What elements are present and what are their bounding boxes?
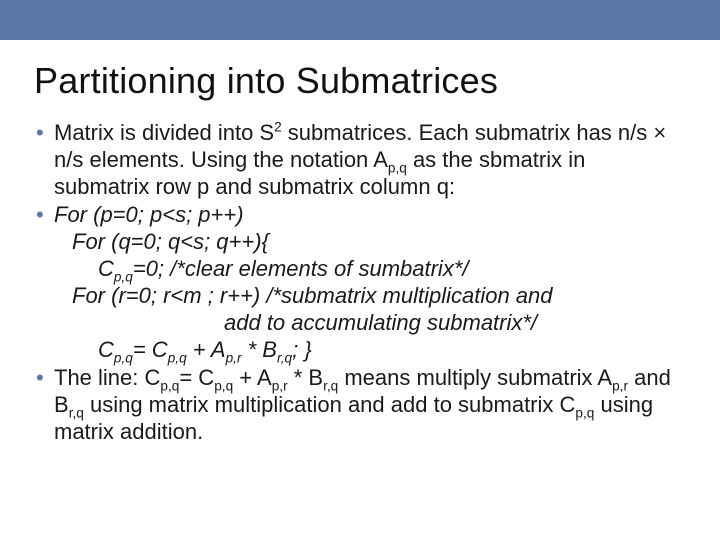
text: + A bbox=[187, 337, 226, 362]
text: Matrix is divided into S bbox=[54, 120, 274, 145]
text: C bbox=[98, 337, 114, 362]
code-line: Cp,q= Cp,q + Ap,r * Br,q; } bbox=[54, 337, 686, 364]
code-line: add to accumulating submatrix*/ bbox=[54, 310, 686, 337]
top-color-bar bbox=[0, 0, 720, 40]
text: * B bbox=[242, 337, 277, 362]
text: + A bbox=[233, 365, 272, 390]
bullet-3: The line: Cp,q= Cp,q + Ap,r * Br,q means… bbox=[34, 365, 686, 445]
bullet-2-code: For (p=0; p<s; p++) For (q=0; q<s; q++){… bbox=[54, 202, 686, 363]
text: using matrix multiplication and add to s… bbox=[84, 392, 576, 417]
code-line: For (r=0; r<m ; r++) /*submatrix multipl… bbox=[54, 283, 686, 310]
code-line: For (q=0; q<s; q++){ bbox=[54, 229, 686, 256]
subscript: p,q bbox=[168, 350, 187, 365]
bullet-1: Matrix is divided into S2 submatrices. E… bbox=[34, 120, 686, 200]
text: = C bbox=[133, 337, 168, 362]
subscript: p,r bbox=[226, 350, 242, 365]
text: C bbox=[98, 256, 114, 281]
subscript: p,q bbox=[575, 406, 594, 421]
superscript: 2 bbox=[274, 120, 282, 135]
bullet-1-text: Matrix is divided into S2 submatrices. E… bbox=[54, 120, 686, 200]
text: ; } bbox=[292, 337, 312, 362]
bullet-list: Matrix is divided into S2 submatrices. E… bbox=[34, 120, 686, 446]
text: The line: C bbox=[54, 365, 160, 390]
text: * B bbox=[288, 365, 323, 390]
bullet-3-text: The line: Cp,q= Cp,q + Ap,r * Br,q means… bbox=[54, 365, 686, 445]
text: means multiply submatrix A bbox=[338, 365, 612, 390]
subscript: p,q bbox=[114, 350, 133, 365]
slide-title: Partitioning into Submatrices bbox=[34, 60, 686, 102]
slide-body: Partitioning into Submatrices Matrix is … bbox=[0, 40, 720, 446]
subscript: r,q bbox=[277, 350, 292, 365]
code-line: Cp,q=0; /*clear elements of sumbatrix*/ bbox=[54, 256, 686, 283]
code-line: For (p=0; p<s; p++) bbox=[54, 202, 244, 227]
text: = C bbox=[179, 365, 214, 390]
bullet-2: For (p=0; p<s; p++) For (q=0; q<s; q++){… bbox=[34, 202, 686, 363]
text: =0; /*clear elements of sumbatrix*/ bbox=[133, 256, 469, 281]
